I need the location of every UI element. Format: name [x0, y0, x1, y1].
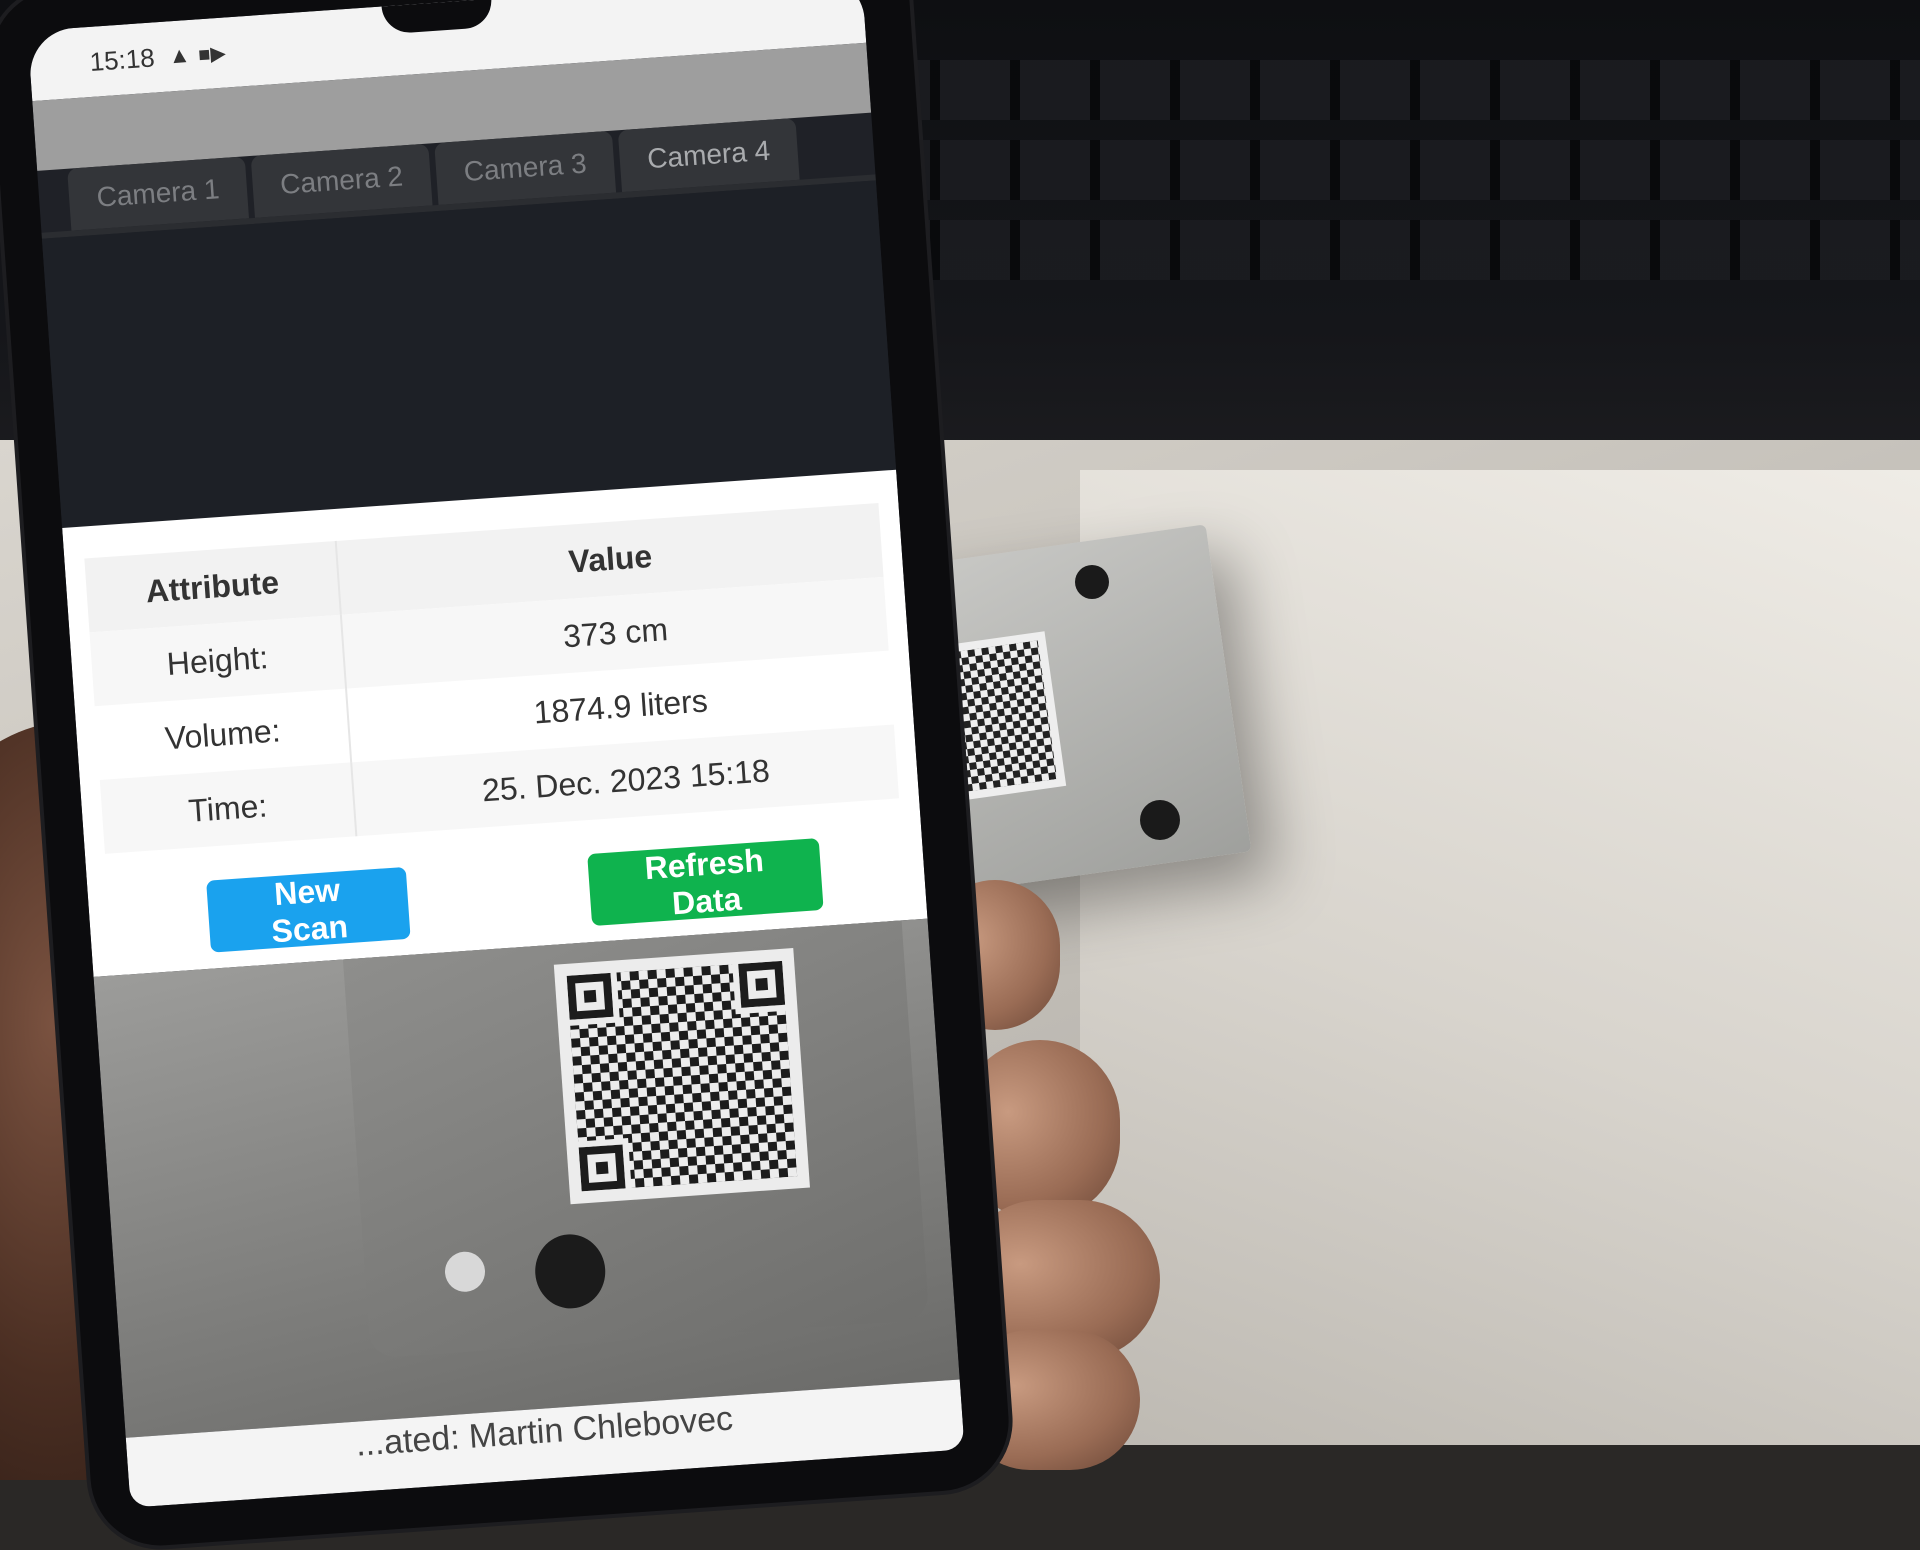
data-card: Attribute Value Height: 373 cm Volume: 1… — [62, 469, 928, 977]
keyboard-row — [860, 140, 1920, 200]
qr-finder — [572, 1138, 632, 1198]
qr-code — [553, 948, 810, 1205]
new-scan-button[interactable]: New Scan — [206, 866, 411, 953]
status-time: 15:18 — [88, 41, 156, 77]
keyboard-row — [860, 60, 1920, 120]
button-cell: New Scan — [107, 860, 509, 960]
refresh-data-button[interactable]: Refresh Data — [587, 838, 824, 927]
video-camera-icon: ■▶ — [197, 41, 227, 66]
qr-finder — [560, 966, 620, 1027]
qr-pattern — [560, 954, 798, 1198]
plate-hole — [1075, 565, 1109, 599]
dark-panel — [41, 180, 897, 529]
attribute-table: Attribute Value Height: 373 cm Volume: 1… — [84, 503, 900, 854]
phone: 15:18 ▲ ■▶ Camera 1 Camera 2 Camera 3 Ca… — [0, 0, 1014, 1550]
plate-hole — [1140, 800, 1180, 840]
keyboard-row — [860, 220, 1920, 280]
warning-icon: ▲ — [167, 41, 192, 69]
phone-screen: 15:18 ▲ ■▶ Camera 1 Camera 2 Camera 3 Ca… — [27, 0, 965, 1508]
qr-finder — [731, 954, 792, 1015]
button-cell: Refresh Data — [504, 832, 906, 932]
camera-preview — [93, 918, 960, 1438]
